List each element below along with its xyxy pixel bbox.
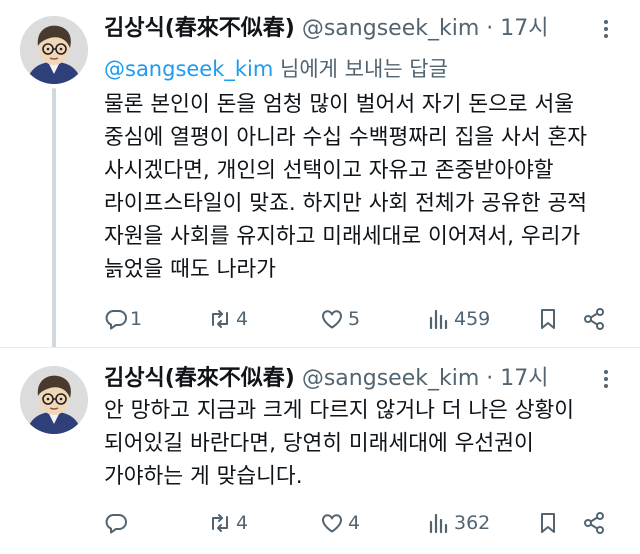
- author-name[interactable]: 김상식(春來不似春): [104, 16, 295, 41]
- retweet-button[interactable]: 4: [208, 509, 248, 537]
- tweet-text-line: 가야하는 게 맞습니다.: [104, 464, 303, 489]
- retweet-count: 4: [236, 512, 249, 534]
- tweet-text: 물론 본인이 돈을 엄청 많이 벌어서 자기 돈으로 서울 중심에 열평이 아니…: [104, 88, 587, 286]
- share-button[interactable]: [582, 509, 606, 537]
- tweet-text-line: 물론 본인이 돈을 엄청 많이 벌어서 자기 돈으로 서울: [104, 92, 575, 117]
- like-button[interactable]: 5: [320, 305, 360, 333]
- timestamp[interactable]: 17시: [500, 16, 548, 41]
- share-icon: [582, 511, 606, 535]
- bookmark-icon: [536, 307, 560, 331]
- like-button[interactable]: 4: [320, 509, 360, 537]
- avatar[interactable]: [20, 16, 88, 84]
- author-handle[interactable]: @sangseek_kim: [302, 16, 479, 41]
- share-button[interactable]: [582, 305, 606, 333]
- views-chart-icon: [426, 307, 450, 331]
- reply-button[interactable]: 1: [104, 305, 142, 333]
- author-handle[interactable]: @sangseek_kim: [302, 366, 479, 391]
- retweet-icon: [208, 307, 232, 331]
- more-dots-icon[interactable]: [596, 368, 616, 390]
- more-dots-icon[interactable]: [596, 18, 616, 40]
- reply-count: 1: [130, 308, 143, 330]
- like-count: 5: [348, 308, 361, 330]
- header-separator: ·: [486, 366, 494, 391]
- action-bar: 1 4 5 459: [104, 305, 624, 333]
- like-count: 4: [348, 512, 361, 534]
- reply-mention-link[interactable]: @sangseek_kim: [104, 57, 273, 81]
- bookmark-button[interactable]: [536, 509, 560, 537]
- tweet-header: 김상식(春來不似春) @sangseek_kim · 17시: [104, 364, 549, 394]
- share-icon: [582, 307, 606, 331]
- views-button[interactable]: 459: [426, 305, 490, 333]
- tweet[interactable]: 김상식(春來不似春) @sangseek_kim · 17시 @sangseek…: [0, 0, 640, 348]
- reply-icon: [104, 307, 128, 331]
- heart-icon: [320, 511, 344, 535]
- header-separator: ·: [486, 16, 494, 41]
- tweet-text-line: 되어있길 바란다면, 당연히 미래세대에 우선권이: [104, 431, 534, 456]
- bookmark-button[interactable]: [536, 305, 560, 333]
- tweet-text-line: 중심에 열평이 아니라 수십 수백평짜리 집을 사서 혼자: [104, 125, 588, 150]
- reply-to-line: @sangseek_kim 님에게 보내는 답글: [104, 54, 448, 84]
- reply-to-text: 님에게 보내는 답글: [273, 57, 448, 81]
- tweet-text: 안 망하고 지금과 크게 다르지 않거나 더 나은 상황이 되어있길 바란다면,…: [104, 394, 574, 493]
- tweet-text-line: 자원을 사회를 유지하고 미래세대로 이어져서, 우리가: [104, 224, 581, 249]
- view-count: 362: [454, 512, 491, 534]
- view-count: 459: [454, 308, 491, 330]
- thread-connector-line: [52, 88, 56, 348]
- heart-icon: [320, 307, 344, 331]
- tweet-text-line: 사시겠다면, 개인의 선택이고 자유고 존중받아야할: [104, 158, 554, 183]
- tweet-text-line: 늙었을 때도 나라가: [104, 257, 276, 282]
- retweet-icon: [208, 511, 232, 535]
- tweet-text-line: 안 망하고 지금과 크게 다르지 않거나 더 나은 상황이: [104, 398, 575, 423]
- views-button[interactable]: 362: [426, 509, 490, 537]
- action-bar: 4 4 362: [104, 509, 624, 537]
- tweet-text-line: 라이프스타일이 맞죠. 하지만 사회 전체가 공유한 공적: [104, 191, 588, 216]
- tweet-header: 김상식(春來不似春) @sangseek_kim · 17시: [104, 14, 549, 44]
- retweet-button[interactable]: 4: [208, 305, 248, 333]
- bookmark-icon: [536, 511, 560, 535]
- reply-button[interactable]: [104, 509, 128, 537]
- avatar[interactable]: [20, 366, 88, 434]
- reply-icon: [104, 511, 128, 535]
- author-name[interactable]: 김상식(春來不似春): [104, 366, 295, 391]
- retweet-count: 4: [236, 308, 249, 330]
- tweet[interactable]: 김상식(春來不似春) @sangseek_kim · 17시 안 망하고 지금과…: [0, 348, 640, 554]
- views-chart-icon: [426, 511, 450, 535]
- timestamp[interactable]: 17시: [500, 366, 548, 391]
